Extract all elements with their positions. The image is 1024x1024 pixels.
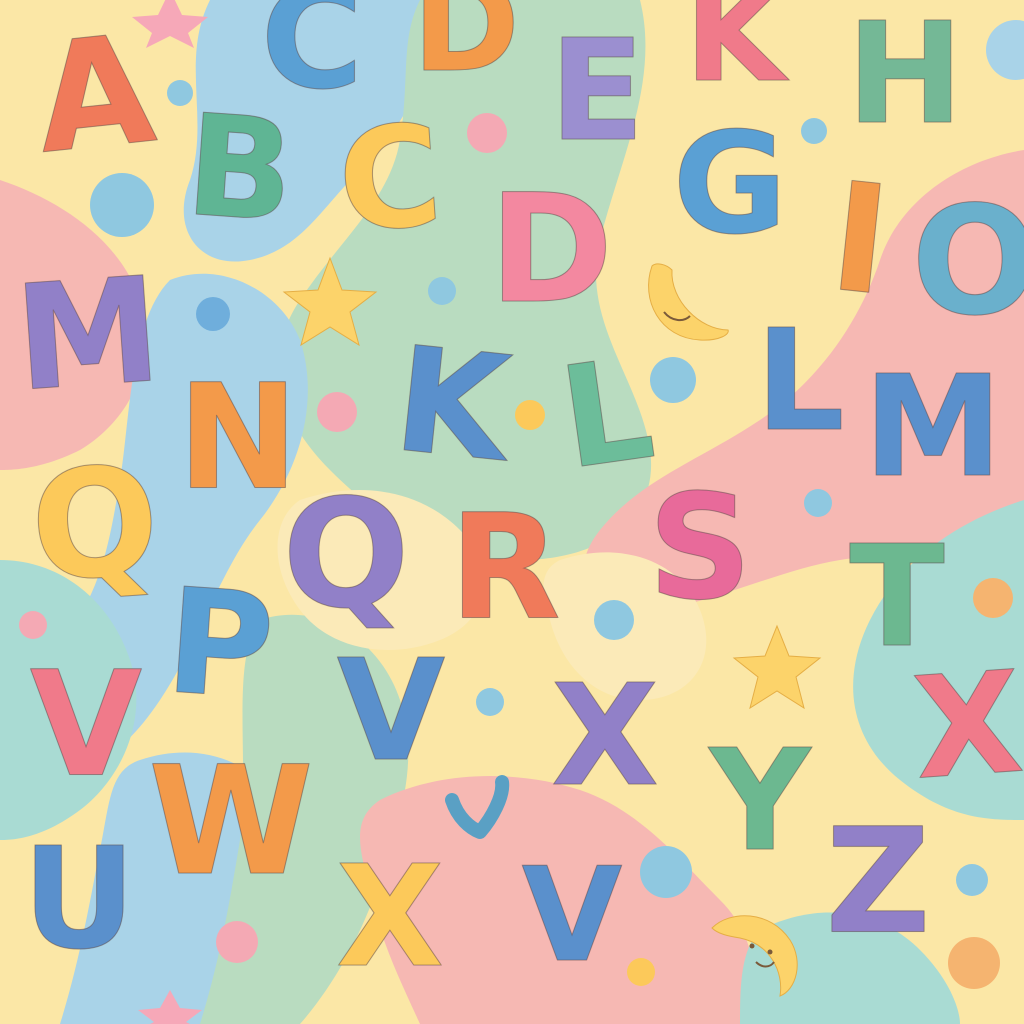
dot: [801, 118, 827, 144]
dot: [467, 113, 507, 153]
letter-z: Z: [825, 797, 931, 967]
letter-p: P: [161, 556, 280, 734]
letter-y: Y: [709, 720, 811, 883]
dot: [515, 400, 545, 430]
letter-m: M: [863, 346, 1003, 509]
dot: [948, 937, 1000, 989]
dot: [804, 489, 832, 517]
dot: [956, 864, 988, 896]
letter-q: Q: [25, 433, 165, 617]
dot: [196, 297, 230, 331]
dot: [167, 80, 193, 106]
dot: [216, 921, 258, 963]
dot: [317, 392, 357, 432]
letter-a: A: [28, 2, 163, 188]
letter-u: U: [22, 818, 137, 981]
letter-k: K: [387, 315, 517, 496]
letter-n: N: [177, 353, 299, 523]
letter-c: C: [333, 94, 448, 265]
dot: [594, 600, 634, 640]
letter-m: M: [10, 245, 167, 425]
letter-h: H: [846, 0, 964, 156]
letter-v: V: [336, 630, 446, 793]
letter-e: E: [549, 10, 646, 173]
letter-l: L: [755, 300, 845, 463]
dot: [627, 958, 655, 986]
letter-d: D: [488, 163, 614, 337]
dot: [90, 173, 154, 237]
letter-d: D: [412, 0, 521, 101]
alphabet-pattern-canvas: ACDEKHBCDGIOMNKLLMQQRSTPVVXXYWUXVZ: [0, 0, 1024, 1024]
letter-k: K: [684, 0, 786, 111]
letter-v: V: [29, 640, 143, 810]
dot: [973, 578, 1013, 618]
letter-s: S: [647, 463, 753, 633]
dot: [640, 846, 692, 898]
letter-r: R: [449, 483, 562, 653]
letter-b: B: [181, 84, 300, 255]
letter-x: X: [908, 641, 1024, 812]
letter-l: L: [551, 327, 663, 502]
dot: [428, 277, 456, 305]
letter-x: X: [336, 836, 445, 999]
letter-w: W: [148, 735, 314, 909]
dot: [650, 357, 696, 403]
letter-g: G: [672, 103, 788, 266]
letter-v: V: [521, 839, 623, 991]
dot: [476, 688, 504, 716]
letter-x: X: [551, 655, 660, 818]
letter-o: O: [911, 175, 1024, 349]
letter-q: Q: [282, 468, 411, 642]
